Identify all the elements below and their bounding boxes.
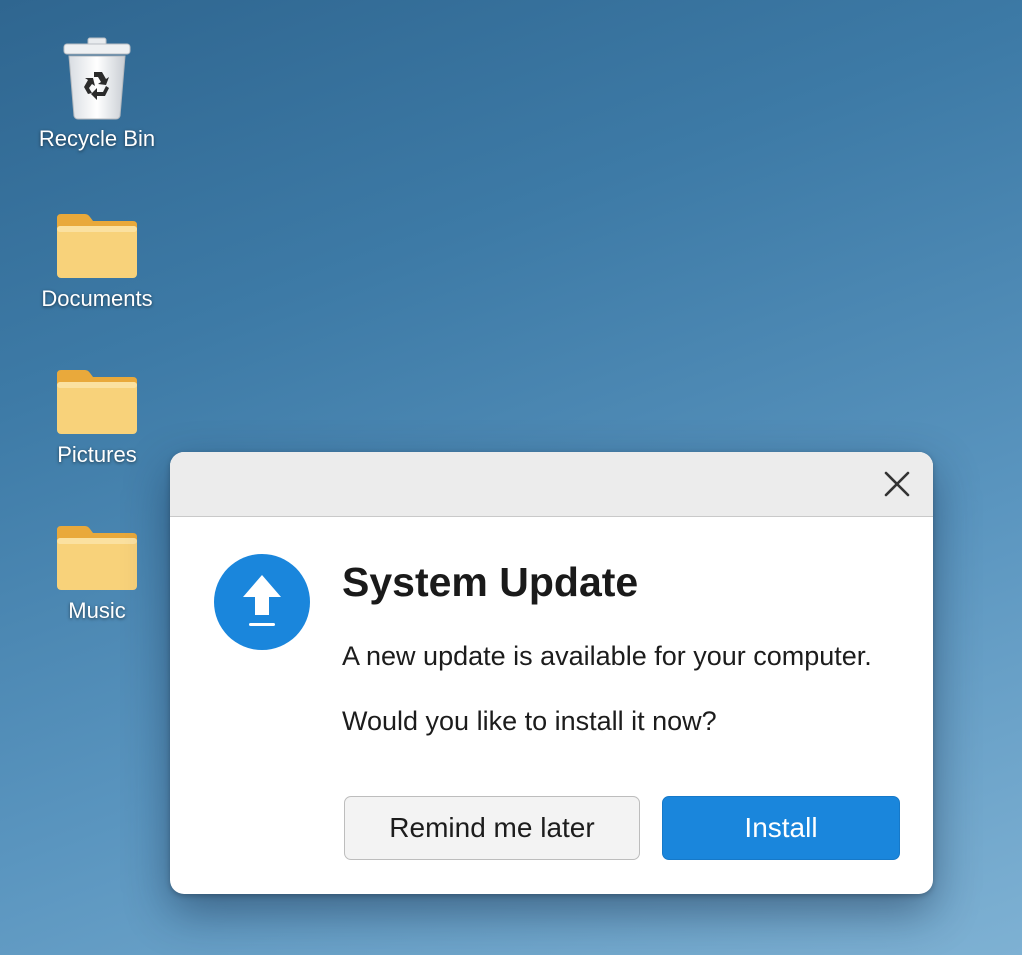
close-icon: [884, 471, 910, 497]
desktop-icon-music[interactable]: Music: [22, 502, 172, 624]
desktop-icon-label: Pictures: [57, 442, 137, 467]
dialog-body: System Update A new update is available …: [170, 517, 933, 894]
system-update-dialog: System Update A new update is available …: [170, 452, 933, 894]
desktop-icon-label: Music: [68, 598, 126, 623]
desktop-icon-recycle-bin[interactable]: Recycle Bin: [22, 30, 172, 152]
dialog-message-line-2: Would you like to install it now?: [342, 706, 717, 736]
folder-icon: [52, 346, 142, 436]
desktop-icon-label: Documents: [41, 286, 153, 311]
remind-me-later-button[interactable]: Remind me later: [344, 796, 640, 860]
dialog-message-line-1: A new update is available for your compu…: [342, 641, 872, 671]
desktop-icon-documents[interactable]: Documents: [22, 190, 172, 312]
folder-icon: [52, 502, 142, 592]
recycle-bin-icon: [52, 30, 142, 120]
dialog-title: System Update: [342, 559, 639, 605]
desktop: Recycle Bin Documents Pictures Music Sys…: [0, 0, 1022, 955]
folder-icon: [52, 190, 142, 280]
install-button[interactable]: Install: [662, 796, 900, 860]
desktop-icon-label: Recycle Bin: [38, 126, 156, 151]
upload-arrow-icon: [213, 553, 311, 651]
close-button[interactable]: [879, 466, 915, 502]
desktop-icon-pictures[interactable]: Pictures: [22, 346, 172, 468]
dialog-titlebar[interactable]: [170, 452, 933, 517]
